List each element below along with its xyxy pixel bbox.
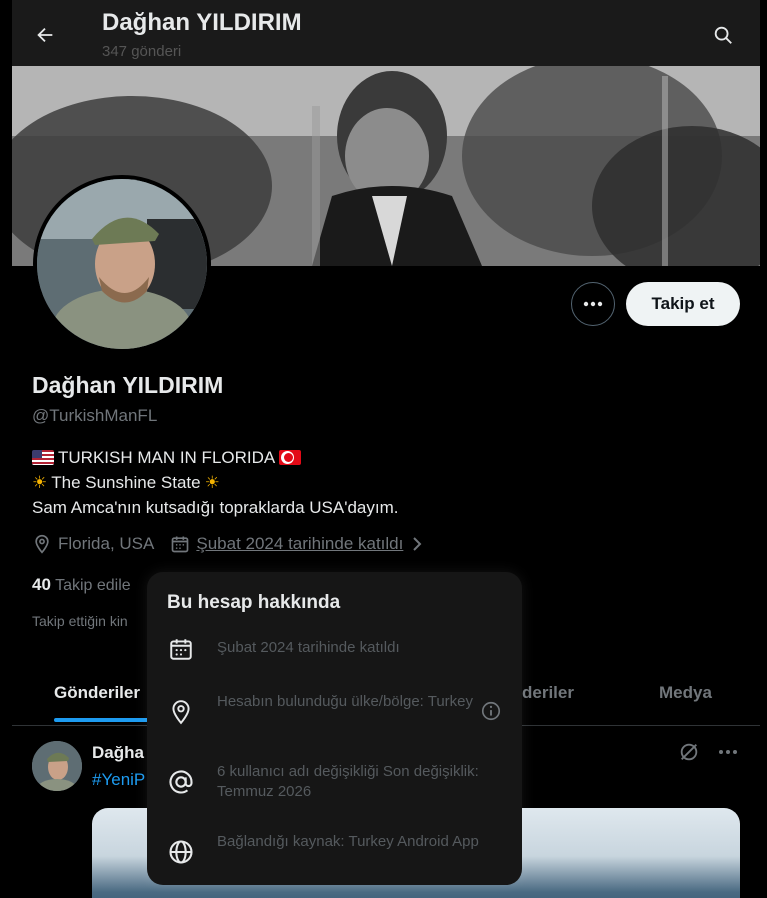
popup-row-location: Hesabın bulunduğu ülke/bölge: Turkey — [167, 692, 502, 726]
joined-link[interactable]: Şubat 2024 tarihinde katıldı — [196, 534, 403, 554]
back-button[interactable] — [30, 20, 60, 50]
follow-stats[interactable]: 40 Takip edile — [32, 575, 131, 595]
popup-joined-text: Şubat 2024 tarihinde katıldı — [217, 639, 400, 656]
popup-row-username: 6 kullanıcı adı değişikliği Son değişikl… — [167, 762, 502, 802]
profile-meta: Florida, USA Şubat 2024 tarihinde katıld… — [32, 534, 441, 554]
grok-icon[interactable] — [678, 741, 700, 763]
popup-location-text: Hesabın bulunduğu ülke/bölge: Turkey — [217, 693, 474, 710]
arrow-left-icon — [37, 27, 53, 43]
tab-media[interactable]: Medya — [659, 683, 712, 703]
bio-line-1: TURKISH MAN IN FLORIDA — [58, 448, 276, 467]
top-bar: Dağhan YILDIRIM 347 gönderi — [12, 0, 760, 66]
popup-row-source: Bağlandığı kaynak: Turkey Android App — [167, 832, 502, 866]
popup-source-text: Bağlandığı kaynak: Turkey Android App — [217, 833, 479, 850]
globe-icon — [169, 840, 193, 864]
search-icon — [714, 26, 732, 44]
profile-bio: TURKISH MAN IN FLORIDA ☀ The Sunshine St… — [32, 445, 399, 520]
location-icon — [35, 534, 49, 554]
info-icon[interactable] — [480, 700, 502, 722]
profile-handle: @TurkishManFL — [32, 406, 158, 425]
popup-title: Bu hesap hakkında — [167, 592, 341, 613]
post-author[interactable]: Dağha — [92, 743, 144, 763]
location-pin-icon — [172, 700, 190, 725]
tab-replies[interactable]: deriler — [522, 683, 574, 703]
popup-row-joined: Şubat 2024 tarihinde katıldı — [167, 635, 502, 663]
post-actions — [678, 741, 738, 763]
chevron-right-icon — [413, 537, 422, 551]
more-dots-icon[interactable] — [718, 749, 738, 755]
about-account-popup: Bu hesap hakkında Şubat 2024 tarihinde k… — [147, 572, 522, 885]
post-count: 347 gönderi — [102, 43, 182, 60]
post-avatar-photo — [32, 741, 82, 791]
bio-line-2: The Sunshine State — [51, 473, 201, 492]
at-sign-icon — [169, 770, 193, 794]
more-options-button[interactable] — [571, 282, 615, 326]
search-button[interactable] — [708, 20, 738, 50]
sun-icon: ☀ — [32, 473, 48, 492]
follow-button[interactable]: Takip et — [626, 282, 740, 326]
post-hashtag[interactable]: #YeniP — [92, 770, 145, 790]
followed-by-text[interactable]: Takip ettiğin kin — [32, 613, 128, 629]
avatar-photo — [37, 179, 207, 349]
calendar-icon — [170, 639, 192, 660]
calendar-icon — [172, 536, 189, 553]
sun-icon: ☀ — [204, 473, 220, 492]
profile-avatar[interactable] — [33, 175, 211, 353]
active-tab-indicator — [54, 718, 150, 722]
following-label: Takip edile — [55, 577, 131, 594]
location-text: Florida, USA — [58, 534, 155, 553]
tab-posts[interactable]: Gönderiler — [54, 683, 140, 703]
following-count: 40 — [32, 575, 51, 594]
post-avatar[interactable] — [32, 741, 82, 791]
bio-line-3: Sam Amca'nın kutsadığı topraklarda USA'd… — [32, 498, 399, 517]
turkey-flag-icon — [279, 450, 302, 465]
profile-name: Dağhan YILDIRIM — [32, 372, 224, 398]
popup-username-text: 6 kullanıcı adı değişikliği Son değişikl… — [217, 763, 479, 800]
more-dots-icon — [583, 301, 603, 307]
us-flag-icon — [32, 450, 54, 465]
header-title: Dağhan YILDIRIM — [102, 9, 302, 36]
